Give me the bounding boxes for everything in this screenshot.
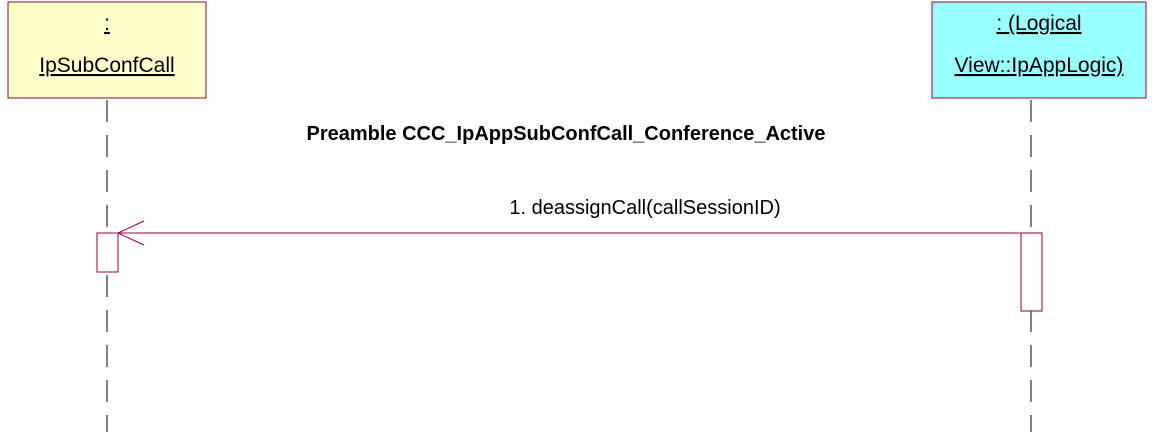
- participant-ipapplogic[interactable]: : (Logical View::IpAppLogic): [931, 1, 1147, 99]
- message-label: 1. deassignCall(callSessionID): [509, 197, 780, 219]
- sequence-diagram: : IpSubConfCall : (Logical View::IpAppLo…: [7, 1, 1147, 432]
- participant-label-line2: IpSubConfCall: [39, 54, 174, 77]
- activation-bar-ipapplogic: [1020, 232, 1043, 312]
- participant-label-line1: :: [104, 12, 110, 35]
- activation-bar-ipsubconfcall: [96, 232, 119, 273]
- message-deassigncall[interactable]: 1. deassignCall(callSessionID): [116, 197, 1021, 246]
- participant-label-line1: : (Logical: [996, 12, 1081, 35]
- preamble-note: Preamble CCC_IpAppSubConfCall_Conference…: [306, 123, 825, 145]
- participant-ipsubconfcall[interactable]: : IpSubConfCall: [7, 1, 207, 99]
- participant-label-line2: View::IpAppLogic): [955, 54, 1124, 77]
